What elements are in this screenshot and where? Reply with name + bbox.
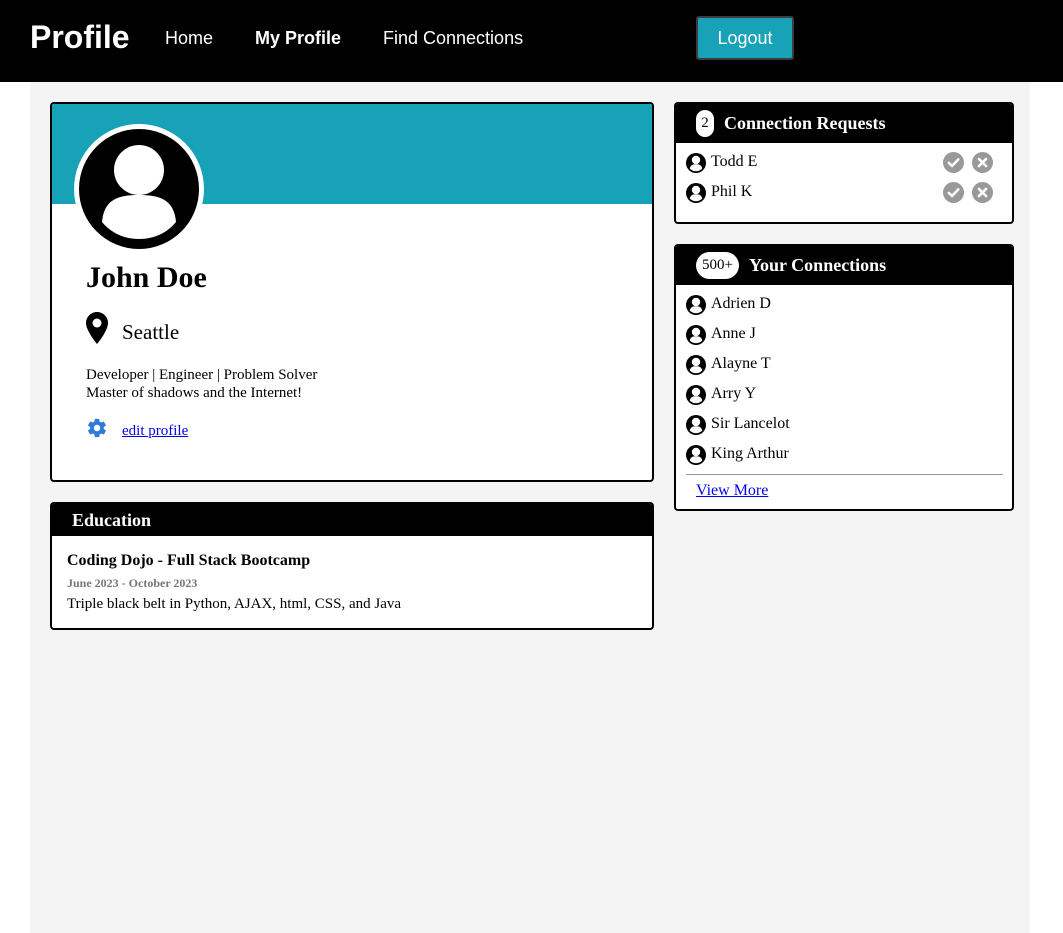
user-icon xyxy=(686,445,706,465)
connections-divider xyxy=(686,474,1003,475)
connection-name: Sir Lancelot xyxy=(711,415,790,432)
bio-line-2: Master of shadows and the Internet! xyxy=(86,385,303,401)
education-dates: June 2023 - October 2023 xyxy=(67,576,198,590)
education-description: Triple black belt in Python, AJAX, html,… xyxy=(67,596,402,612)
request-name: Phil K xyxy=(711,183,753,200)
connection-row[interactable]: Arry Y xyxy=(686,383,1006,407)
user-icon xyxy=(686,153,706,173)
profile-card: John Doe Seattle Developer | Engineer | … xyxy=(50,102,654,482)
check-circle-icon[interactable] xyxy=(943,182,964,203)
bio-line-1: Developer | Engineer | Problem Solver xyxy=(86,367,318,383)
nav-home-link[interactable]: Home xyxy=(165,27,213,49)
connection-requests-title: Connection Requests xyxy=(724,113,886,133)
your-connections-card: 500+ Your Connections Adrien D Anne J Al… xyxy=(674,244,1014,511)
user-icon xyxy=(686,325,706,345)
user-icon xyxy=(686,355,706,375)
user-icon xyxy=(686,415,706,435)
connection-name: Anne J xyxy=(711,325,756,342)
navbar: Profile Home My Profile Find Connections… xyxy=(0,0,1063,82)
your-connections-title: Your Connections xyxy=(749,255,887,275)
nav-my-profile-link[interactable]: My Profile xyxy=(255,27,341,49)
nav-find-connections-link[interactable]: Find Connections xyxy=(383,27,523,49)
map-pin-icon xyxy=(86,312,108,344)
request-row: Todd E xyxy=(686,151,1006,175)
user-icon xyxy=(686,295,706,315)
profile-name: John Doe xyxy=(86,261,207,294)
connection-row[interactable]: Sir Lancelot xyxy=(686,413,1006,437)
user-icon xyxy=(686,183,706,203)
edit-profile-link[interactable]: edit profile xyxy=(122,423,188,440)
education-header: Education xyxy=(52,504,652,536)
connection-name: Arry Y xyxy=(711,385,757,402)
requests-count-badge: 2 xyxy=(696,110,714,137)
gear-icon[interactable] xyxy=(86,417,108,439)
logout-button[interactable]: Logout xyxy=(696,16,794,60)
request-row: Phil K xyxy=(686,181,1006,205)
connection-requests-header: 2 Connection Requests xyxy=(676,104,1012,143)
education-card: Education Coding Dojo - Full Stack Bootc… xyxy=(50,502,654,630)
connection-requests-card: 2 Connection Requests Todd E Phil K xyxy=(674,102,1014,224)
check-circle-icon[interactable] xyxy=(943,152,964,173)
your-connections-header: 500+ Your Connections xyxy=(676,246,1012,285)
profile-bio: Developer | Engineer | Problem Solver Ma… xyxy=(86,366,317,402)
request-name: Todd E xyxy=(711,153,758,170)
connection-name: Alayne T xyxy=(711,355,771,372)
connection-row[interactable]: Adrien D xyxy=(686,293,1006,317)
connection-name: King Arthur xyxy=(711,445,789,462)
connection-name: Adrien D xyxy=(711,295,771,312)
profile-location: Seattle xyxy=(122,320,180,344)
connection-row[interactable]: Alayne T xyxy=(686,353,1006,377)
user-icon xyxy=(686,385,706,405)
connection-row[interactable]: Anne J xyxy=(686,323,1006,347)
profile-avatar xyxy=(74,124,204,254)
connections-count-badge: 500+ xyxy=(696,252,739,279)
view-more-link[interactable]: View More xyxy=(696,482,768,500)
user-circle-icon xyxy=(79,129,199,249)
education-school: Coding Dojo - Full Stack Bootcamp xyxy=(67,552,311,569)
x-circle-icon[interactable] xyxy=(972,182,993,203)
x-circle-icon[interactable] xyxy=(972,152,993,173)
brand-title: Profile xyxy=(30,19,130,55)
connection-row[interactable]: King Arthur xyxy=(686,443,1006,467)
